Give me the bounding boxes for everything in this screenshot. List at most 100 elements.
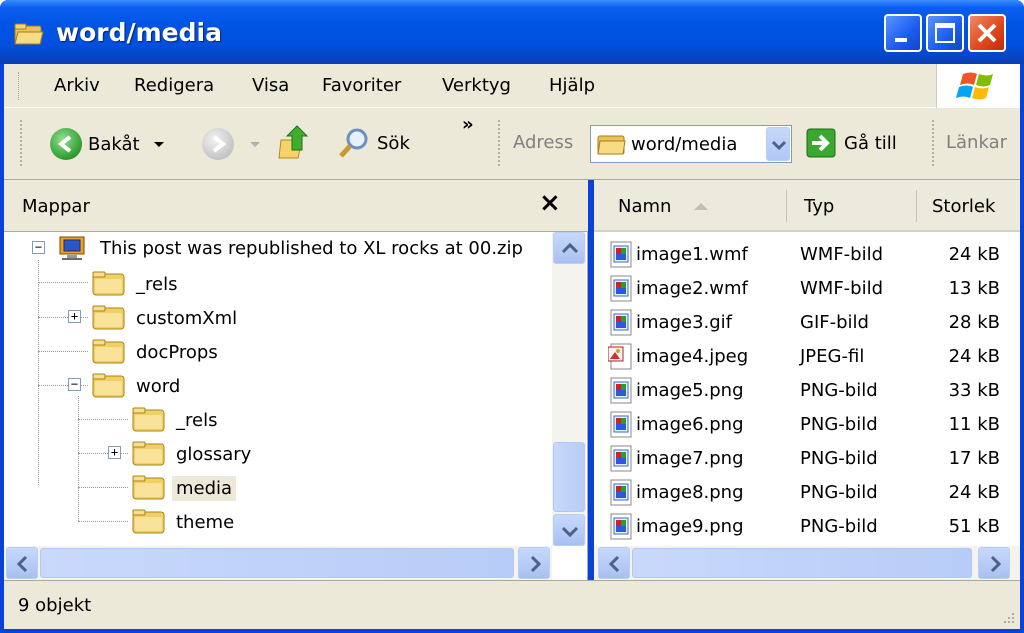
file-name: image4.jpeg — [636, 346, 749, 367]
collapse-toggle[interactable]: − — [32, 241, 45, 254]
expand-toggle[interactable]: + — [108, 446, 121, 459]
tree-item-label: docProps — [136, 341, 218, 363]
file-row[interactable]: image5.png PNG-bild 33 kB — [594, 374, 1020, 408]
file-type: GIF-bild — [800, 312, 869, 333]
file-size: 33 kB — [948, 380, 1000, 401]
file-size: 24 kB — [948, 244, 1000, 265]
column-name[interactable]: Namn — [618, 196, 711, 217]
up-folder-icon — [278, 125, 309, 159]
menu-favoriter[interactable]: Favoriter — [322, 75, 401, 96]
tree-item-docprops[interactable]: docProps — [92, 336, 222, 368]
tree-line — [78, 396, 79, 521]
title-bar[interactable]: word/media — [0, 0, 1024, 64]
folder-icon — [92, 271, 125, 296]
back-dropdown-icon[interactable] — [153, 141, 164, 147]
up-folder-button[interactable] — [278, 124, 312, 162]
menu-arkiv[interactable]: Arkiv — [54, 75, 100, 96]
column-type[interactable]: Typ — [804, 196, 834, 217]
column-divider[interactable] — [786, 190, 787, 222]
file-row[interactable]: image7.png PNG-bild 17 kB — [594, 442, 1020, 476]
collapse-toggle[interactable]: − — [68, 378, 81, 391]
tree-item-word[interactable]: word — [92, 370, 184, 402]
menu-bar: Arkiv Redigera Visa Favoriter Verktyg Hj… — [4, 64, 1020, 108]
file-size: 13 kB — [948, 278, 1000, 299]
scroll-up-button[interactable] — [553, 232, 585, 264]
tree-item-customxml[interactable]: customXml — [92, 302, 241, 334]
chevron-left-icon — [16, 555, 28, 573]
address-dropdown-button[interactable] — [766, 127, 790, 161]
status-text: 9 objekt — [18, 595, 92, 616]
forward-dropdown-icon[interactable] — [250, 141, 260, 147]
links-grip — [932, 120, 935, 166]
forward-button[interactable] — [202, 128, 260, 160]
image-file-icon — [610, 479, 632, 506]
file-name: image1.wmf — [636, 244, 748, 265]
folder-icon — [597, 135, 626, 155]
toolbar-overflow-button[interactable]: » — [462, 114, 474, 135]
address-field[interactable]: word/media — [590, 125, 792, 163]
resize-grip-icon[interactable] — [1000, 609, 1016, 625]
menu-redigera[interactable]: Redigera — [134, 75, 214, 96]
scroll-thumb[interactable] — [632, 548, 972, 578]
scroll-thumb[interactable] — [40, 548, 514, 578]
scroll-down-button[interactable] — [553, 514, 585, 546]
tree-item-word-rels[interactable]: _rels — [132, 404, 221, 436]
files-horizontal-scrollbar[interactable] — [594, 546, 1020, 580]
tree-item-label: theme — [176, 511, 235, 533]
scroll-thumb[interactable] — [553, 442, 585, 512]
tree-item-theme[interactable]: theme — [132, 506, 238, 538]
goto-button[interactable]: Gå till — [806, 128, 897, 158]
menu-verktyg[interactable]: Verktyg — [442, 75, 511, 96]
open-folder-icon — [132, 475, 165, 500]
maximize-button[interactable] — [926, 14, 964, 52]
image-file-icon — [610, 513, 632, 540]
search-label: Sök — [377, 132, 410, 154]
scroll-left-button[interactable] — [598, 547, 630, 579]
menu-visa[interactable]: Visa — [252, 75, 289, 96]
chevron-right-icon — [990, 555, 1002, 573]
maximize-icon — [935, 23, 955, 43]
tree-item-zip[interactable]: This post was republished to XL rocks at… — [56, 232, 527, 264]
column-divider[interactable] — [916, 190, 917, 222]
scroll-right-button[interactable] — [978, 547, 1010, 579]
column-size[interactable]: Storlek — [932, 196, 995, 217]
file-type: PNG-bild — [800, 516, 878, 537]
expand-toggle[interactable]: + — [68, 310, 81, 323]
zip-computer-icon — [59, 236, 85, 260]
tree-item-label: _rels — [176, 409, 218, 431]
windows-flag-icon — [956, 72, 993, 100]
file-row[interactable]: image1.wmf WMF-bild 24 kB — [594, 238, 1020, 272]
folders-vertical-scrollbar[interactable] — [552, 232, 586, 546]
folders-close-button[interactable]: × — [539, 188, 561, 218]
image-file-icon — [610, 275, 632, 302]
close-button[interactable] — [968, 14, 1006, 52]
links-label[interactable]: Länkar — [946, 132, 1007, 153]
scroll-right-button[interactable] — [518, 547, 550, 579]
tree-item-media[interactable]: media — [132, 472, 237, 504]
open-folder-icon — [92, 373, 125, 398]
file-size: 24 kB — [948, 346, 1000, 367]
menu-hjalp[interactable]: Hjälp — [549, 75, 595, 96]
image-file-icon — [610, 411, 632, 438]
back-button[interactable]: Bakåt — [50, 128, 164, 160]
tree-item-rels[interactable]: _rels — [92, 268, 181, 300]
image-file-icon — [610, 241, 632, 268]
file-row[interactable]: image3.gif GIF-bild 28 kB — [594, 306, 1020, 340]
go-arrow-icon — [806, 128, 836, 158]
scroll-left-button[interactable] — [6, 547, 38, 579]
search-button[interactable]: Sök — [337, 126, 410, 160]
folders-horizontal-scrollbar[interactable] — [4, 546, 552, 580]
file-row[interactable]: image9.png PNG-bild 51 kB — [594, 510, 1020, 544]
back-label: Bakåt — [88, 133, 140, 155]
file-name: image2.wmf — [636, 278, 748, 299]
toolbar-grip — [20, 120, 23, 166]
folders-header: Mappar × — [4, 180, 588, 232]
window-title: word/media — [56, 18, 222, 47]
tree-item-glossary[interactable]: glossary — [132, 438, 255, 470]
file-row[interactable]: image2.wmf WMF-bild 13 kB — [594, 272, 1020, 306]
file-row[interactable]: image8.png PNG-bild 24 kB — [594, 476, 1020, 510]
file-row[interactable]: image4.jpeg JPEG-fil 24 kB — [594, 340, 1020, 374]
file-size: 51 kB — [948, 516, 1000, 537]
file-row[interactable]: image6.png PNG-bild 11 kB — [594, 408, 1020, 442]
minimize-button[interactable] — [884, 14, 922, 52]
